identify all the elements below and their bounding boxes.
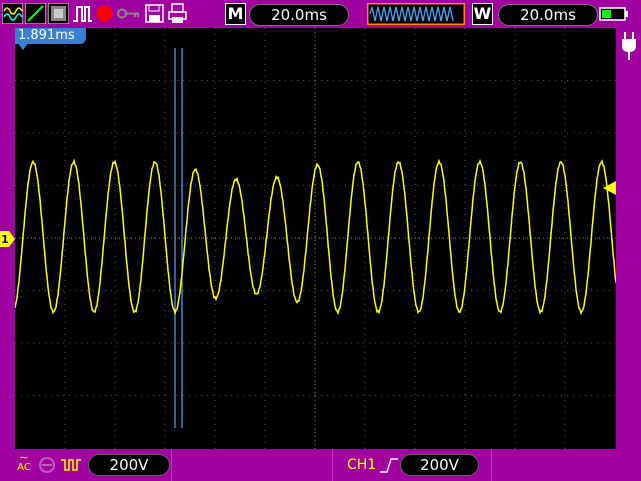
line-icon[interactable] [25, 3, 46, 24]
memory-overview[interactable] [367, 3, 465, 25]
window-timebase-value[interactable]: 20.0ms [498, 4, 598, 26]
power-plug-icon [622, 32, 636, 60]
waveform-display[interactable]: 1.891ms [15, 28, 616, 449]
waveform-icon[interactable] [2, 3, 23, 24]
trigger-channel-label[interactable]: CH1 [347, 455, 376, 475]
trigger-level-value[interactable]: 200V [400, 454, 479, 476]
bottom-status-bar: ∼ AC 200V CH1 200V [0, 449, 641, 481]
top-toolbar: M 20.0ms W 20.0ms [0, 0, 641, 28]
ch1-volts-div[interactable]: 200V [88, 454, 170, 476]
pulse-icon[interactable] [72, 3, 93, 24]
bandwidth-limit-icon[interactable] [38, 456, 56, 474]
image-icon[interactable] [48, 3, 69, 24]
invert-icon[interactable] [60, 456, 82, 474]
cursor-readout: 1.891ms [15, 28, 86, 50]
save-icon[interactable] [144, 3, 165, 24]
battery-icon [599, 7, 628, 21]
print-icon[interactable] [167, 3, 188, 24]
channel-1-marker[interactable]: 1 [0, 231, 15, 247]
scope-graticule [15, 28, 616, 449]
trigger-position-marker [17, 42, 29, 50]
trigger-level-marker [603, 181, 616, 195]
key-icon[interactable] [117, 3, 141, 24]
main-timebase-value[interactable]: 20.0ms [249, 4, 349, 26]
main-timebase-label: M [225, 3, 246, 25]
window-timebase-label: W [472, 3, 493, 25]
record-icon[interactable] [94, 3, 115, 24]
coupling-indicator[interactable]: ∼ AC [15, 452, 33, 475]
rising-edge-icon[interactable] [379, 457, 399, 474]
svg-text:1: 1 [1, 233, 9, 246]
right-sidebar [616, 28, 641, 449]
